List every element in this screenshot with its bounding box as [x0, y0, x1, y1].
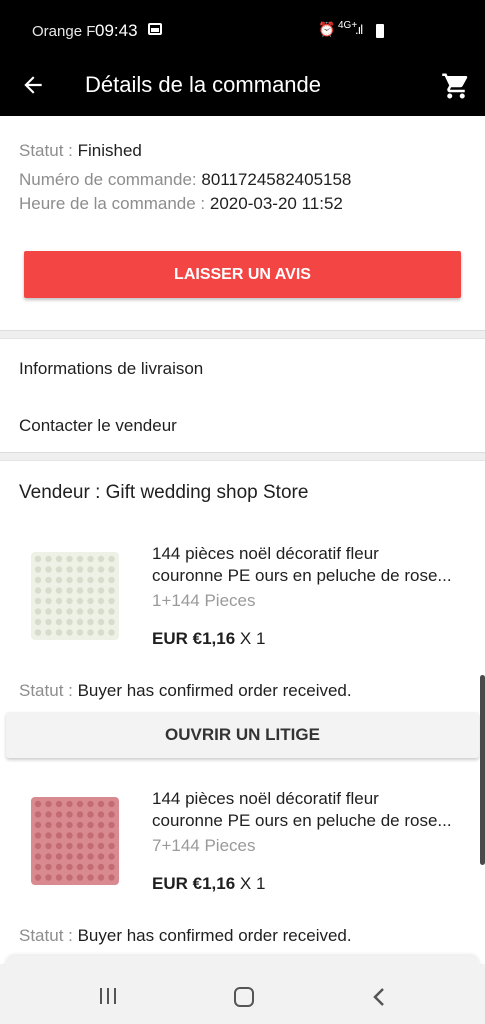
- item-status-2: Statut : Buyer has confirmed order recei…: [19, 926, 352, 946]
- page-title: Détails de la commande: [85, 72, 322, 97]
- quantity: X 1: [235, 874, 266, 893]
- order-time-value: 2020-03-20 11:52: [209, 194, 343, 213]
- home-icon[interactable]: [234, 987, 254, 1007]
- scrollbar[interactable]: [480, 675, 485, 865]
- cart-icon[interactable]: [441, 71, 471, 101]
- alarm-icon: ⏰: [318, 21, 336, 37]
- order-number: Numéro de commande: 8011724582405158: [19, 166, 351, 193]
- order-time-label: Heure de la commande :: [19, 194, 210, 213]
- section-divider: [0, 330, 485, 339]
- product-name-line: 144 pièces noël décoratif fleur: [152, 544, 379, 563]
- order-info: Statut : Finished Numéro de commande: 80…: [19, 137, 351, 217]
- price-value: EUR €1,16: [152, 874, 236, 893]
- item-status-label: Statut :: [19, 681, 78, 700]
- item-status-label: Statut :: [19, 926, 78, 945]
- nav-back-icon[interactable]: [370, 986, 388, 1008]
- recent-apps-icon[interactable]: [98, 988, 120, 1006]
- sheet-handle: [5, 956, 480, 968]
- order-time: Heure de la commande : 2020-03-20 11:52: [19, 190, 351, 217]
- order-status-label: Statut :: [19, 141, 78, 160]
- order-number-label: Numéro de commande:: [19, 170, 202, 189]
- seller-name: Vendeur : Gift wedding shop Store: [19, 482, 309, 503]
- item-status-1: Statut : Buyer has confirmed order recei…: [19, 681, 352, 701]
- price-value: EUR €1,16: [152, 629, 236, 648]
- order-status-value: Finished: [77, 141, 142, 160]
- app-bar: Détails de la commande: [0, 58, 485, 116]
- product-thumbnail-1[interactable]: [29, 548, 121, 643]
- product-price-1: EUR €1,16 X 1: [152, 629, 265, 649]
- status-time: 09:43: [95, 21, 138, 40]
- leave-review-button[interactable]: LAISSER UN AVIS: [24, 251, 461, 298]
- product-variant-2: 7+144 Pieces: [152, 836, 256, 855]
- order-number-value: 8011724582405158: [201, 170, 352, 189]
- product-name-line: 144 pièces noël décoratif fleur: [152, 789, 379, 808]
- product-thumbnail-2[interactable]: [29, 793, 121, 888]
- order-status: Statut : Finished: [19, 137, 351, 164]
- item-status-value: Buyer has confirmed order received.: [77, 926, 352, 945]
- open-dispute-button[interactable]: OUVRIR UN LITIGE: [6, 712, 479, 758]
- product-name-2[interactable]: 144 pièces noël décoratif fleur couronne…: [152, 788, 467, 832]
- quantity: X 1: [235, 629, 266, 648]
- product-name-line: couronne PE ours en peluche de rose...: [152, 566, 452, 585]
- product-name-1[interactable]: 144 pièces noël décoratif fleur couronne…: [152, 543, 467, 587]
- signal-icon: .ıl: [355, 22, 363, 37]
- system-nav-bar: [0, 956, 485, 1024]
- product-name-line: couronne PE ours en peluche de rose...: [152, 811, 452, 830]
- section-divider: [0, 452, 485, 461]
- back-arrow-icon[interactable]: [20, 72, 46, 98]
- gallery-icon: [148, 23, 162, 35]
- status-bar: Orange F 09:43 ⏰ 4G+ .ıl: [0, 0, 485, 58]
- delivery-info-link[interactable]: Informations de livraison: [19, 359, 203, 379]
- product-price-2: EUR €1,16 X 1: [152, 874, 265, 894]
- product-variant-1: 1+144 Pieces: [152, 591, 256, 610]
- contact-seller-link[interactable]: Contacter le vendeur: [19, 416, 177, 436]
- item-status-value: Buyer has confirmed order received.: [77, 681, 352, 700]
- battery-icon: [376, 24, 384, 38]
- carrier-name: Orange F: [32, 23, 96, 40]
